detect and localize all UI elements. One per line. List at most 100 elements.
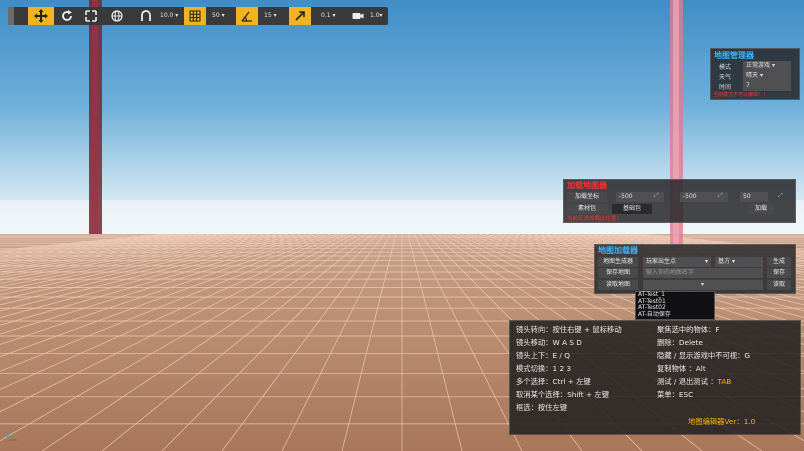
weather-label: 天气 xyxy=(719,74,732,81)
camera-speed-dropdown[interactable]: 1.0▾ xyxy=(370,7,383,25)
z-coordinate-input[interactable]: 50 xyxy=(740,192,768,202)
map-manager-warning: 当前模式不可以编辑！！ xyxy=(713,92,769,98)
map-manager-title: 地图管理器 xyxy=(714,51,754,60)
weather-select[interactable]: 晴天 ▾ xyxy=(743,71,791,81)
chevron-down-icon: ▾ xyxy=(332,12,336,19)
chevron-down-icon: ▾ xyxy=(273,12,277,19)
move-tool-button[interactable] xyxy=(28,7,54,25)
help-right-2: 隐藏 / 显示游戏中不可视：G xyxy=(657,351,751,360)
help-right-1: 删除：Delete xyxy=(657,338,703,347)
pillar-left-glow xyxy=(92,0,98,234)
help-left-4: 多个选择：Ctrl + 左键 xyxy=(516,377,591,386)
load-panel: 加载地图器 加载坐标 -500 ⤢ -500 ⤢ 50 ⤢ 素材包 基础包 加载… xyxy=(563,179,796,223)
move-arrows-icon xyxy=(34,9,48,23)
help-right-0: 聚焦选中的物体：F xyxy=(657,325,720,334)
map-loader-title: 地图加载器 xyxy=(598,246,638,255)
grid-snap-toggle[interactable] xyxy=(184,7,206,25)
chevron-down-icon: ▾ xyxy=(221,12,225,19)
help-left-0: 镜头转向：按住右键 + 鼠标移动 xyxy=(516,325,622,334)
mode-value: 正常游戏 xyxy=(746,62,771,69)
help-right-4: 测试 / 退出测试 ：TAB xyxy=(657,377,731,387)
magnet-icon xyxy=(141,10,151,21)
help-left-6: 框选：按住左键 xyxy=(516,403,568,412)
editor-toolbar: 10.0 ▾ 50 ▾ 15 ▾ 0.1 ▾ 1.0▾ xyxy=(8,7,388,25)
scale-value: 0.1 xyxy=(321,12,331,19)
surface-snap-button[interactable] xyxy=(138,7,154,25)
map-loader-panel: 地图加载器 地图生成器 玩家出生点 ▾ 基方 ▾ 生成 保存地图 输入你的地图名… xyxy=(594,244,796,294)
tile-value: 基方 xyxy=(718,258,731,265)
help-left-5: 取消某个选择：Shift + 左键 xyxy=(516,390,610,399)
help-right-5: 菜单：ESC xyxy=(657,390,694,399)
angle-value: 15 xyxy=(264,12,272,19)
world-space-button[interactable] xyxy=(108,7,126,25)
snap-value: 10.0 xyxy=(160,12,174,19)
saved-maps-dropdown: AT-Test_1 AT-Test01 AT-Test02 AT-自动保存 xyxy=(635,291,715,320)
load-panel-title: 加载地图器 xyxy=(567,181,607,190)
read-map-label: 读取地图 xyxy=(598,280,638,290)
y-spin-icon[interactable]: ⤢ xyxy=(718,192,723,200)
generate-button[interactable]: 生成 xyxy=(767,257,791,267)
map-name-input[interactable]: 输入你的地图名字 xyxy=(643,268,763,278)
camera-speed-value: 1.0 xyxy=(370,12,380,19)
scale-tool-button[interactable] xyxy=(82,7,100,25)
chevron-down-icon: ▾ xyxy=(759,72,763,79)
angle-snap-toggle[interactable] xyxy=(236,7,258,25)
chevron-down-icon: ▾ xyxy=(379,12,383,19)
saved-map-item-3[interactable]: AT-自动保存 xyxy=(638,311,671,319)
read-button[interactable]: 读取 xyxy=(767,280,791,290)
grid-size-value: 50 xyxy=(212,12,220,19)
shortcuts-help-panel: 镜头转向：按住右键 + 鼠标移动 聚焦选中的物体：F 镜头移动：W A S D … xyxy=(509,320,801,435)
time-input[interactable]: 7 xyxy=(743,81,791,91)
save-button[interactable]: 保存 xyxy=(767,268,791,278)
save-map-label: 保存地图 xyxy=(598,268,638,278)
globe-icon xyxy=(111,10,123,22)
chevron-down-icon: ▾ xyxy=(771,62,775,69)
material-pack-button[interactable]: 素材包 xyxy=(567,204,607,214)
base-pack-button[interactable]: 基础包 xyxy=(612,204,652,214)
camera-speed-button[interactable] xyxy=(350,7,366,25)
chevron-down-icon: ▾ xyxy=(704,258,708,265)
spawn-point-value: 玩家出生点 xyxy=(646,258,677,265)
saved-map-select[interactable]: ▾ xyxy=(643,280,763,290)
version-label: 地图编辑器Ver：1.0 xyxy=(688,417,756,426)
x-value: -500 xyxy=(619,193,633,200)
load-warning: 当前无法加载此位置！ xyxy=(567,216,623,222)
toolbar-grip[interactable] xyxy=(8,7,14,25)
expand-icon xyxy=(85,10,97,22)
rotate-tool-button[interactable] xyxy=(58,7,76,25)
load-button[interactable]: 加载 xyxy=(748,204,774,214)
angle-dropdown[interactable]: 15 ▾ xyxy=(264,7,277,25)
mode-select[interactable]: 正常游戏 ▾ xyxy=(743,61,791,71)
diagonal-arrow-icon xyxy=(295,11,305,21)
help-right-4-key: TAB xyxy=(717,377,732,386)
chevron-down-icon: ▾ xyxy=(731,258,735,265)
chevron-down-icon: ▾ xyxy=(175,12,179,19)
map-manager-panel: 地图管理器 模式 正常游戏 ▾ 天气 晴天 ▾ 时间 7 当前模式不可以编辑！！ xyxy=(710,48,800,100)
chevron-down-icon: ▾ xyxy=(701,281,705,288)
grid-icon xyxy=(189,10,201,22)
help-right-3: 复制物体 ：Alt xyxy=(657,364,706,373)
load-point-label: 加载坐标 xyxy=(567,192,607,202)
spawn-point-select[interactable]: 玩家出生点 ▾ xyxy=(643,257,711,267)
help-left-1: 镜头移动：W A S D xyxy=(516,338,582,347)
help-left-2: 镜头上下：E / Q xyxy=(516,351,570,360)
scale-snap-toggle[interactable] xyxy=(289,7,311,25)
scale-value-dropdown[interactable]: 0.1 ▾ xyxy=(321,7,335,25)
z-spin-icon[interactable]: ⤢ xyxy=(778,192,783,200)
help-left-3: 模式切换：1 2 3 xyxy=(516,364,572,373)
snap-value-dropdown[interactable]: 10.0 ▾ xyxy=(160,7,178,25)
weather-value: 晴天 xyxy=(746,72,759,79)
z-value: 50 xyxy=(743,193,751,200)
rotate-icon xyxy=(62,10,72,21)
grid-size-dropdown[interactable]: 50 ▾ xyxy=(212,7,225,25)
y-value: -500 xyxy=(683,193,697,200)
mode-label: 模式 xyxy=(719,64,732,71)
time-label: 时间 xyxy=(719,84,732,91)
x-spin-icon[interactable]: ⤢ xyxy=(654,192,659,200)
generator-label: 地图生成器 xyxy=(598,257,638,267)
time-value: 7 xyxy=(746,82,750,89)
help-right-4-text: 测试 / 退出测试 ： xyxy=(657,377,718,386)
tile-select[interactable]: 基方 ▾ xyxy=(715,257,763,267)
camera-icon xyxy=(352,13,364,19)
angle-icon xyxy=(241,11,252,22)
